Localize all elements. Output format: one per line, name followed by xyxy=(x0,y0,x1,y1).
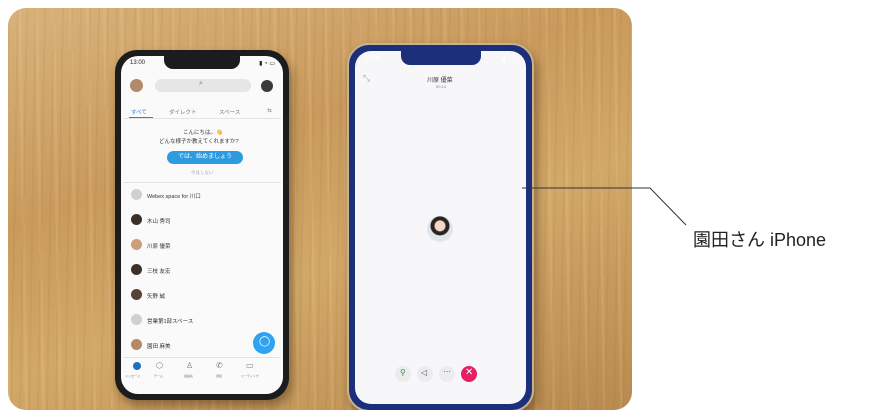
annotation-label: 園田さん iPhone xyxy=(693,230,827,250)
annotation-leader-line xyxy=(522,187,687,226)
